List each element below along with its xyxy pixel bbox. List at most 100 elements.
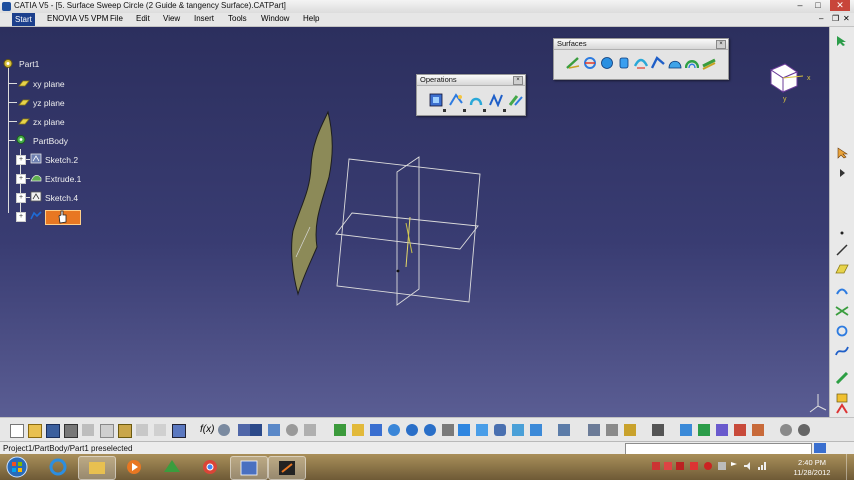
revolve-surface-icon[interactable]: [583, 56, 597, 70]
connect-icon[interactable]: [680, 424, 692, 436]
menu-insert[interactable]: Insert: [194, 14, 214, 23]
new-icon[interactable]: [10, 424, 24, 438]
normal-view-icon[interactable]: [442, 424, 454, 436]
project-icon[interactable]: [835, 285, 849, 297]
intersection-icon[interactable]: [835, 305, 849, 317]
circle-icon[interactable]: [835, 325, 849, 337]
measure-between-icon[interactable]: [588, 424, 600, 436]
media-player-icon[interactable]: [116, 456, 152, 478]
expand-toggle[interactable]: +: [16, 193, 26, 203]
hide-show-icon[interactable]: [512, 424, 524, 436]
formula-icon[interactable]: f(x): [200, 424, 214, 436]
undo-icon[interactable]: [136, 424, 148, 436]
doc-minimize-icon[interactable]: –: [819, 14, 823, 23]
tree-item-partbody[interactable]: PartBody: [4, 133, 84, 149]
offset-surface-icon[interactable]: [634, 56, 648, 70]
measure-icon[interactable]: [558, 424, 570, 436]
chevron-right-icon[interactable]: [835, 167, 849, 179]
cut-icon[interactable]: [82, 424, 94, 436]
tree-item-xy-plane[interactable]: xy plane: [8, 76, 78, 92]
tray-icon-5[interactable]: [704, 462, 712, 470]
windows-start-icon[interactable]: [6, 456, 28, 478]
volume-icon[interactable]: [744, 462, 752, 470]
geometry-canvas[interactable]: [0, 27, 829, 417]
menu-window[interactable]: Window: [261, 14, 289, 23]
measure-item-icon[interactable]: [606, 424, 618, 436]
sphere-icon[interactable]: [600, 56, 614, 70]
network-tray-icon[interactable]: [758, 462, 766, 470]
sweep-surface-icon[interactable]: [651, 56, 665, 70]
doc-close-icon[interactable]: ✕: [843, 14, 850, 23]
curvature-icon[interactable]: [734, 424, 746, 436]
chrome-icon[interactable]: [192, 456, 228, 478]
shading-icon[interactable]: [494, 424, 506, 436]
expand-toggle[interactable]: +: [16, 174, 26, 184]
menu-view[interactable]: View: [163, 14, 180, 23]
comment-icon[interactable]: [218, 424, 230, 436]
pan-icon[interactable]: [370, 424, 382, 436]
settings-icon[interactable]: [798, 424, 810, 436]
fillet-icon[interactable]: [469, 93, 483, 107]
table-icon[interactable]: [238, 424, 250, 436]
save-icon[interactable]: [46, 424, 60, 438]
recorder-task-icon[interactable]: [268, 456, 306, 480]
helix-icon[interactable]: [835, 372, 849, 384]
close-button[interactable]: ✕: [830, 0, 850, 11]
draft-analysis-icon[interactable]: [716, 424, 728, 436]
tree-item-selected[interactable]: +: [16, 209, 96, 225]
fill-surface-icon[interactable]: [668, 56, 682, 70]
tree-root-row[interactable]: Part1: [2, 57, 62, 73]
inertia-icon[interactable]: [624, 424, 636, 436]
multi-view-icon[interactable]: [458, 424, 470, 436]
paste-icon[interactable]: [118, 424, 132, 438]
operations-toolbar[interactable]: Operations ×: [416, 74, 526, 116]
operations-close-icon[interactable]: ×: [513, 76, 523, 85]
zoom-in-icon[interactable]: [406, 424, 418, 436]
fit-all-icon[interactable]: [352, 424, 364, 436]
select-icon[interactable]: [835, 35, 849, 47]
show-desktop-button[interactable]: [846, 454, 854, 480]
doc-restore-icon[interactable]: ❐: [832, 14, 839, 23]
point-icon[interactable]: [835, 227, 849, 239]
menu-file[interactable]: File: [110, 14, 123, 23]
plane-tool-icon[interactable]: [835, 263, 849, 275]
list-icon[interactable]: [250, 424, 262, 436]
extrapolate-icon[interactable]: [509, 93, 523, 107]
zoom-out-icon[interactable]: [424, 424, 436, 436]
menu-enovia[interactable]: ENOVIA V5 VPM: [47, 14, 108, 23]
refresh-icon[interactable]: [780, 424, 792, 436]
compass-widget[interactable]: x y: [765, 62, 815, 104]
open-icon[interactable]: [28, 424, 42, 438]
iso-view-icon[interactable]: [476, 424, 488, 436]
swap-space-icon[interactable]: [530, 424, 542, 436]
catia-task-icon[interactable]: [230, 456, 268, 480]
tree-item-sketch2[interactable]: + Sketch.2: [16, 152, 96, 168]
sphere-gray-icon[interactable]: [286, 424, 298, 436]
line-icon[interactable]: [835, 244, 849, 256]
tray-icon-2[interactable]: [664, 462, 672, 470]
cylinder-icon[interactable]: [617, 56, 631, 70]
pointer-icon[interactable]: [835, 147, 849, 159]
catalog-icon[interactable]: [652, 424, 664, 436]
print-icon[interactable]: [64, 424, 78, 438]
fly-mode-icon[interactable]: [334, 424, 346, 436]
network-icon[interactable]: [268, 424, 280, 436]
blend-surface-icon[interactable]: [702, 56, 716, 70]
join-check-icon[interactable]: [698, 424, 710, 436]
internet-explorer-icon[interactable]: [40, 456, 76, 478]
3d-viewport[interactable]: Part1 xy plane yz plane zx plane PartBod…: [0, 27, 829, 417]
surfaces-toolbar-header[interactable]: Surfaces ×: [554, 39, 728, 50]
tray-icon-4[interactable]: [690, 462, 698, 470]
tree-item-yz-plane[interactable]: yz plane: [8, 95, 78, 111]
transform-icon[interactable]: [489, 93, 503, 107]
minimize-button[interactable]: –: [792, 0, 808, 11]
stop-icon[interactable]: [814, 443, 826, 453]
extrude-surface-icon[interactable]: [566, 56, 580, 70]
system-clock[interactable]: 2:40 PM 11/28/2012: [790, 458, 834, 478]
whats-this-icon[interactable]: [172, 424, 186, 438]
tray-icon-3[interactable]: [676, 462, 684, 470]
expand-toggle[interactable]: +: [16, 212, 26, 222]
tray-icon-1[interactable]: [652, 462, 660, 470]
expand-toggle[interactable]: +: [16, 155, 26, 165]
rotate-icon[interactable]: [388, 424, 400, 436]
